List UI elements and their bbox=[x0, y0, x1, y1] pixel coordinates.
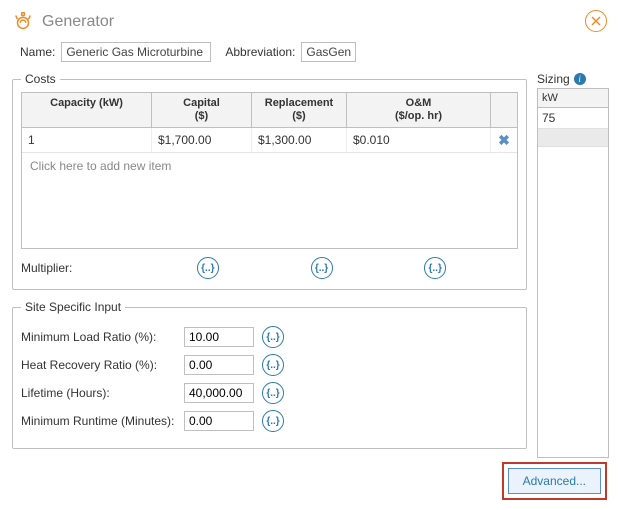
lifetime-label: Lifetime (Hours): bbox=[21, 386, 176, 400]
min-runtime-label: Minimum Runtime (Minutes): bbox=[21, 414, 176, 428]
identity-row: Name: Abbreviation: bbox=[20, 42, 609, 62]
titlebar: Generator bbox=[12, 8, 609, 36]
site-specific-fieldset: Site Specific Input Minimum Load Ratio (… bbox=[12, 300, 527, 449]
sizing-label: Sizing bbox=[537, 72, 570, 86]
sizing-value[interactable]: 75 bbox=[538, 108, 608, 129]
cell-replacement[interactable]: $1,300.00 bbox=[252, 128, 347, 152]
multiplier-replacement-button[interactable]: {..} bbox=[311, 257, 333, 279]
min-load-label: Minimum Load Ratio (%): bbox=[21, 330, 176, 344]
cell-om[interactable]: $0.010 bbox=[347, 128, 491, 152]
advanced-highlight: Advanced... bbox=[502, 462, 607, 500]
delete-row-icon[interactable] bbox=[498, 132, 510, 149]
min-runtime-input[interactable] bbox=[184, 411, 254, 431]
name-label: Name: bbox=[20, 45, 55, 59]
heat-recovery-sensitivity-button[interactable]: {..} bbox=[262, 354, 284, 376]
costs-table: Capacity (kW) Capital ($) Replacement ($… bbox=[21, 92, 518, 249]
min-load-sensitivity-button[interactable]: {..} bbox=[262, 326, 284, 348]
min-runtime-sensitivity-button[interactable]: {..} bbox=[262, 410, 284, 432]
generator-window: Generator Name: Abbreviation: Costs Capa… bbox=[0, 0, 621, 510]
lifetime-sensitivity-button[interactable]: {..} bbox=[262, 382, 284, 404]
close-button[interactable] bbox=[585, 10, 607, 32]
col-capacity[interactable]: Capacity (kW) bbox=[22, 93, 152, 127]
costs-body: 1 $1,700.00 $1,300.00 $0.010 Click here … bbox=[22, 128, 517, 248]
name-input[interactable] bbox=[61, 42, 211, 62]
abbr-label: Abbreviation: bbox=[225, 45, 295, 59]
multiplier-row: Multiplier: {..} {..} {..} bbox=[21, 257, 518, 279]
generator-icon bbox=[12, 10, 34, 35]
col-capital[interactable]: Capital ($) bbox=[152, 93, 252, 127]
sizing-panel: Sizing i kW 75 bbox=[537, 72, 609, 458]
costs-fieldset: Costs Capacity (kW) Capital ($) Replacem… bbox=[12, 72, 527, 290]
multiplier-label: Multiplier: bbox=[21, 261, 151, 275]
add-row-hint[interactable]: Click here to add new item bbox=[22, 153, 517, 179]
window-title: Generator bbox=[42, 13, 114, 31]
cell-capacity[interactable]: 1 bbox=[22, 128, 152, 152]
costs-header-row: Capacity (kW) Capital ($) Replacement ($… bbox=[22, 93, 517, 128]
min-load-input[interactable] bbox=[184, 327, 254, 347]
sizing-list[interactable]: kW 75 bbox=[537, 88, 609, 458]
cell-capital[interactable]: $1,700.00 bbox=[152, 128, 252, 152]
heat-recovery-input[interactable] bbox=[184, 355, 254, 375]
lifetime-input[interactable] bbox=[184, 383, 254, 403]
multiplier-capital-button[interactable]: {..} bbox=[197, 257, 219, 279]
advanced-button[interactable]: Advanced... bbox=[508, 468, 601, 494]
sizing-empty-row[interactable] bbox=[538, 129, 608, 147]
col-om[interactable]: O&M ($/op. hr) bbox=[347, 93, 491, 127]
site-legend: Site Specific Input bbox=[21, 300, 125, 314]
footer: Advanced... bbox=[502, 462, 607, 500]
heat-recovery-label: Heat Recovery Ratio (%): bbox=[21, 358, 176, 372]
info-icon[interactable]: i bbox=[574, 73, 586, 85]
multiplier-om-button[interactable]: {..} bbox=[424, 257, 446, 279]
abbr-input[interactable] bbox=[301, 42, 356, 62]
costs-legend: Costs bbox=[21, 72, 60, 86]
sizing-unit-header[interactable]: kW bbox=[538, 89, 608, 108]
table-row[interactable]: 1 $1,700.00 $1,300.00 $0.010 bbox=[22, 128, 517, 153]
col-delete bbox=[491, 93, 517, 127]
col-replacement[interactable]: Replacement ($) bbox=[252, 93, 347, 127]
